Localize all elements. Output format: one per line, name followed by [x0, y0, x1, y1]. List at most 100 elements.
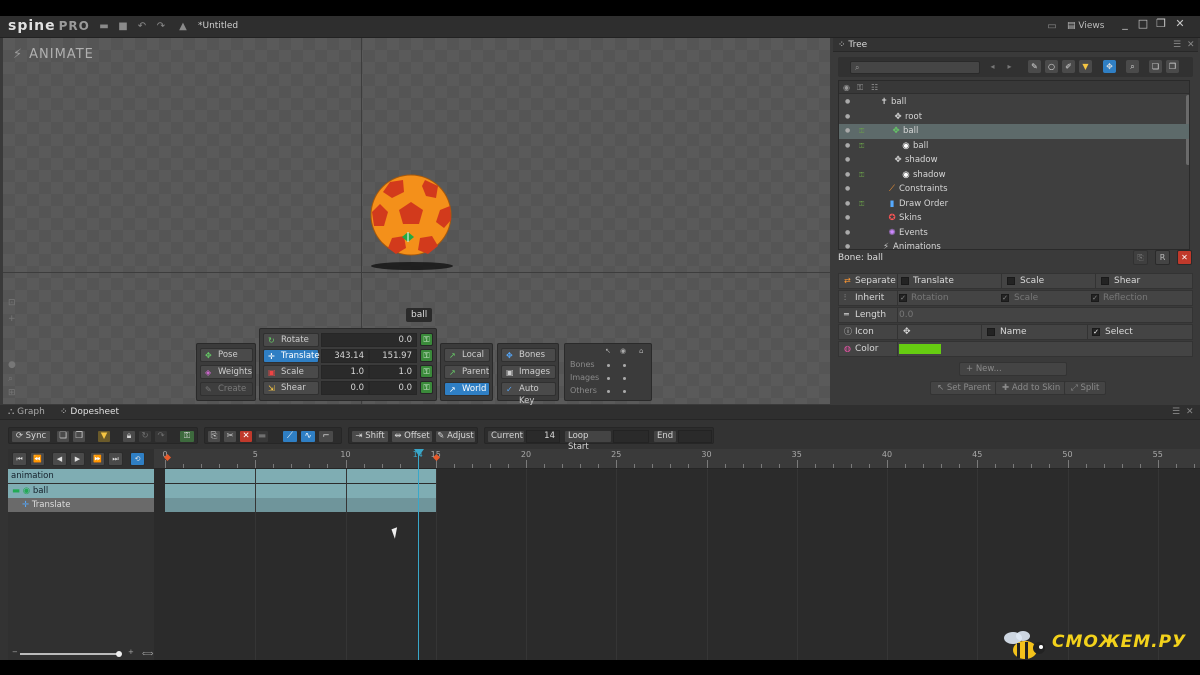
- shear-key-icon[interactable]: ⚿: [420, 381, 433, 394]
- interp-stepped-icon[interactable]: ⌐: [318, 430, 334, 443]
- play-backward-icon[interactable]: ◀: [52, 452, 67, 466]
- lock-icon[interactable]: 🔒︎: [122, 430, 136, 443]
- key-images-button[interactable]: ▣ Images: [501, 365, 556, 379]
- scale-x-field[interactable]: 1.0: [321, 365, 369, 379]
- loop-playback-icon[interactable]: ⟲: [130, 452, 145, 466]
- color-swatch[interactable]: [899, 344, 941, 354]
- bone-icon-picker[interactable]: ✥: [903, 325, 911, 339]
- duplicate-icon[interactable]: ⎘: [207, 430, 221, 443]
- step-icon[interactable]: ↷: [154, 430, 168, 443]
- set-parent-button[interactable]: ↖ Set Parent: [930, 381, 998, 395]
- zoom-frame-icon[interactable]: ⊞: [8, 388, 22, 398]
- timeline-zoom-scrollbar[interactable]: − +: [12, 648, 136, 657]
- scale-button[interactable]: ▣ Scale: [263, 365, 319, 379]
- tree-row[interactable]: ● ⚿ ✥ ball: [839, 124, 1189, 139]
- cut-icon[interactable]: ✂: [223, 430, 237, 443]
- tab-graph[interactable]: ⛬ Graph: [8, 407, 45, 417]
- visibility-dot-icon[interactable]: ●: [845, 240, 850, 249]
- end-field[interactable]: [678, 430, 712, 443]
- project-icon[interactable]: ▲: [177, 21, 189, 32]
- track-label[interactable]: ✛ Translate: [8, 498, 154, 512]
- visibility-dot-icon[interactable]: ●: [845, 197, 850, 211]
- visibility-dot-icon[interactable]: ●: [845, 139, 850, 153]
- separate-shear-checkbox[interactable]: [1101, 277, 1109, 285]
- tree-tab[interactable]: ⁘ Tree ☰ ✕: [833, 38, 1198, 52]
- interp-curve-icon[interactable]: ∿: [300, 430, 316, 443]
- show-name-checkbox[interactable]: [987, 328, 995, 336]
- copy-keys-icon[interactable]: ❏: [56, 430, 70, 443]
- translate-x-field[interactable]: 343.14: [321, 349, 369, 363]
- interp-linear-icon[interactable]: ⟋: [282, 430, 298, 443]
- tree-row[interactable]: ● ⚡ Animations: [839, 240, 1189, 249]
- vis-toggle[interactable]: [623, 364, 626, 367]
- next-key-icon[interactable]: ⏩: [90, 452, 105, 466]
- filter-pen-icon[interactable]: ✐: [1062, 60, 1075, 73]
- inherit-reflection-checkbox[interactable]: ✓: [1091, 294, 1099, 302]
- paste-keys-icon[interactable]: ❐: [72, 430, 86, 443]
- bone-link-icon[interactable]: ⎘: [1133, 250, 1148, 265]
- undo-icon[interactable]: ↶: [136, 21, 148, 32]
- delete-keys-icon[interactable]: ✕: [239, 430, 253, 443]
- split-button[interactable]: ⤢ Split: [1064, 381, 1107, 395]
- rotate-field[interactable]: 0.0: [321, 333, 417, 347]
- loop-start-field[interactable]: [613, 430, 649, 443]
- separate-translate-checkbox[interactable]: [901, 277, 909, 285]
- zoom-fit-icon[interactable]: ⊡: [8, 298, 22, 308]
- tree-row[interactable]: ● ✥ root: [839, 110, 1189, 125]
- length-field[interactable]: 0.0: [899, 308, 913, 322]
- tree-row[interactable]: ● ⟋ Constraints: [839, 182, 1189, 197]
- zoom-in-icon[interactable]: +: [8, 314, 22, 324]
- filter-funnel-icon[interactable]: ▼: [1079, 60, 1092, 73]
- visibility-dot-icon[interactable]: ●: [845, 110, 850, 124]
- rotate-key-icon[interactable]: ⚿: [420, 333, 433, 346]
- tree-row[interactable]: ● ⚿ ◉ shadow: [839, 168, 1189, 183]
- separate-scale-checkbox[interactable]: [1007, 277, 1015, 285]
- visibility-dot-icon[interactable]: ●: [845, 124, 850, 138]
- bone-delete-icon[interactable]: ✕: [1177, 250, 1192, 265]
- loop-icon[interactable]: ↻: [138, 430, 152, 443]
- play-icon[interactable]: ▶: [70, 452, 85, 466]
- keyed-icon[interactable]: ⚿: [859, 168, 864, 182]
- keyed-icon[interactable]: ⚿: [859, 124, 864, 138]
- vis-toggle[interactable]: [607, 377, 610, 380]
- zoom-search-icon[interactable]: ⌕: [8, 374, 22, 384]
- tree-row[interactable]: ● ✥ shadow: [839, 153, 1189, 168]
- visibility-dot-icon[interactable]: ●: [845, 95, 850, 109]
- tree-search-input[interactable]: ⌕: [850, 61, 980, 74]
- panel-menu-icon[interactable]: ☰: [1173, 40, 1181, 50]
- track-keys-bar[interactable]: [165, 483, 436, 498]
- adjust-button[interactable]: ✎ Adjust: [435, 430, 476, 443]
- weights-button[interactable]: ◈ Weights: [200, 365, 253, 379]
- bone-rename-icon[interactable]: R: [1155, 250, 1170, 265]
- shift-button[interactable]: ⇥ Shift: [351, 430, 389, 443]
- sync-button[interactable]: ⟳ Sync: [11, 430, 51, 443]
- tree-row[interactable]: ● ✺ Events: [839, 226, 1189, 241]
- keyed-icon[interactable]: ⚿: [859, 197, 864, 211]
- rotate-button[interactable]: ↻ Rotate: [263, 333, 319, 347]
- scale-y-field[interactable]: 1.0: [369, 365, 417, 379]
- shear-y-field[interactable]: 0.0: [369, 381, 417, 395]
- first-frame-icon[interactable]: ⏮: [12, 452, 27, 466]
- track-label[interactable]: animation: [8, 469, 154, 483]
- playhead-handle[interactable]: [414, 449, 424, 456]
- zoom-slider-icon[interactable]: ●: [8, 360, 22, 370]
- inherit-rotation-checkbox[interactable]: ✓: [899, 294, 907, 302]
- filter-keys-icon[interactable]: ▼: [97, 430, 111, 443]
- filter-circle-icon[interactable]: ○: [1045, 60, 1058, 73]
- dock-menu-icon[interactable]: ☰: [1172, 407, 1180, 417]
- track-keys-bar[interactable]: [165, 469, 436, 483]
- tree-row[interactable]: ● ✪ Skins: [839, 211, 1189, 226]
- panel-close-icon[interactable]: ✕: [1187, 40, 1195, 50]
- tree-row[interactable]: ● ⚿ ▮ Draw Order: [839, 197, 1189, 212]
- local-axes-button[interactable]: ↗ Local: [444, 348, 490, 362]
- auto-key-button[interactable]: ✓ Auto Key: [501, 382, 556, 406]
- vis-toggle[interactable]: [623, 390, 626, 393]
- new-project-icon[interactable]: ▬: [98, 21, 110, 32]
- visibility-dot-icon[interactable]: ●: [845, 211, 850, 225]
- zoom-knob[interactable]: [116, 651, 122, 657]
- dock-close-icon[interactable]: ✕: [1186, 407, 1194, 417]
- tree-row[interactable]: ● ⚿ ◉ ball: [839, 139, 1189, 154]
- tab-dopesheet[interactable]: ⁘ Dopesheet: [60, 407, 119, 417]
- viewport[interactable]: ⚡ ANIMATE ball ⊡ + ● ⌕ ⊞ ✥ Pose ◈ Weights: [3, 38, 830, 406]
- shadow-image[interactable]: [371, 262, 453, 270]
